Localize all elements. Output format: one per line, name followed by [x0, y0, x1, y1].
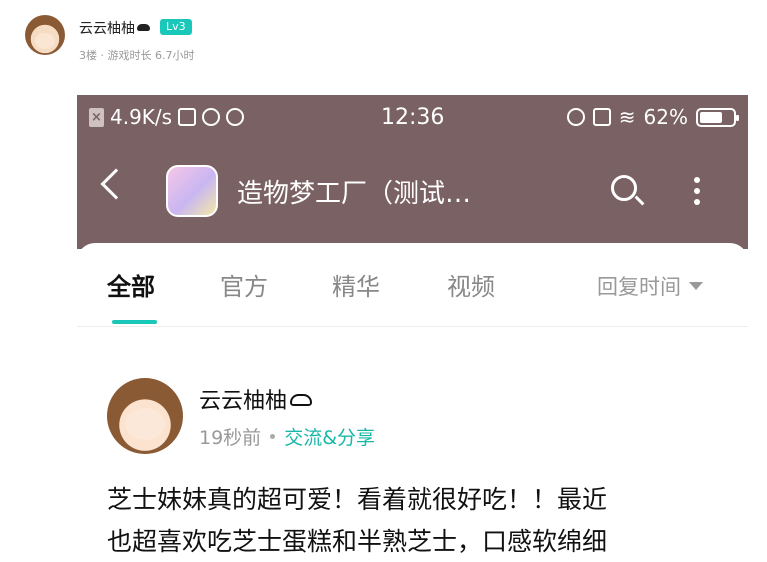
status-time: 12:36 [381, 105, 445, 130]
alarm-icon [202, 108, 221, 126]
tab-all[interactable]: 全部 [107, 267, 155, 302]
post-author-avatar[interactable] [107, 378, 183, 454]
mute-icon [592, 108, 611, 126]
post-meta: 19秒前 交流&分享 [199, 423, 375, 450]
cloud-icon [290, 394, 313, 406]
wifi-icon: ≋ [618, 105, 636, 129]
post-body: 芝士妹妹真的超可爱！看着就很好吃！！最近 也超喜欢吃芝士蛋糕和半熟芝士，口感软绵… [107, 479, 727, 562]
active-tab-indicator [112, 320, 157, 324]
post-category-link[interactable]: 交流&分享 [284, 423, 375, 450]
tab-bar: 全部 官方 精华 视频 回复时间 [77, 243, 748, 327]
level-badge: Lv3 [160, 19, 192, 35]
alarm-clock-icon [566, 108, 585, 126]
post-time: 19秒前 [199, 427, 262, 449]
tab-official[interactable]: 官方 [220, 267, 268, 302]
phone-screenshot: × 4.9K/s 12:36 ≋ 62% 造物梦工厂（测试… 全部 官方 精华 … [77, 95, 748, 562]
battery-icon [696, 107, 739, 127]
network-speed: 4.9K/s [110, 105, 173, 129]
battery-percent: 62% [643, 105, 688, 129]
content-sheet: 全部 官方 精华 视频 回复时间 云云柚柚 19秒前 交流&分享 芝士妹妹真的超… [77, 243, 748, 562]
commenter-avatar[interactable] [25, 15, 65, 55]
separator-dot [270, 434, 276, 439]
game-icon[interactable] [166, 165, 218, 217]
signal-off-icon: × [89, 107, 104, 127]
caret-down-icon [689, 282, 703, 290]
app-status-icon [226, 108, 245, 126]
cloud-icon [137, 24, 150, 31]
tab-video[interactable]: 视频 [447, 267, 495, 302]
post-line-2: 也超喜欢吃芝士蛋糕和半熟芝士，口感软绵细 [107, 527, 608, 556]
tab-featured[interactable]: 精华 [332, 267, 380, 302]
commenter-name[interactable]: 云云柚柚 [79, 18, 150, 38]
app-header: 造物梦工厂（测试… [77, 139, 748, 249]
forum-title[interactable]: 造物梦工厂（测试… [237, 173, 471, 210]
back-arrow-icon[interactable] [100, 168, 132, 200]
sort-dropdown[interactable]: 回复时间 [597, 271, 703, 301]
post-author-name[interactable]: 云云柚柚 [199, 383, 313, 415]
post-line-1: 芝士妹妹真的超可爱！看着就很好吃！！最近 [107, 485, 608, 514]
search-icon[interactable] [611, 175, 637, 201]
sim-icon [178, 108, 197, 126]
comment-meta: 3楼 · 游戏时长 6.7小时 [79, 49, 195, 62]
status-bar: × 4.9K/s 12:36 ≋ 62% [77, 95, 748, 139]
more-icon[interactable] [694, 177, 700, 205]
